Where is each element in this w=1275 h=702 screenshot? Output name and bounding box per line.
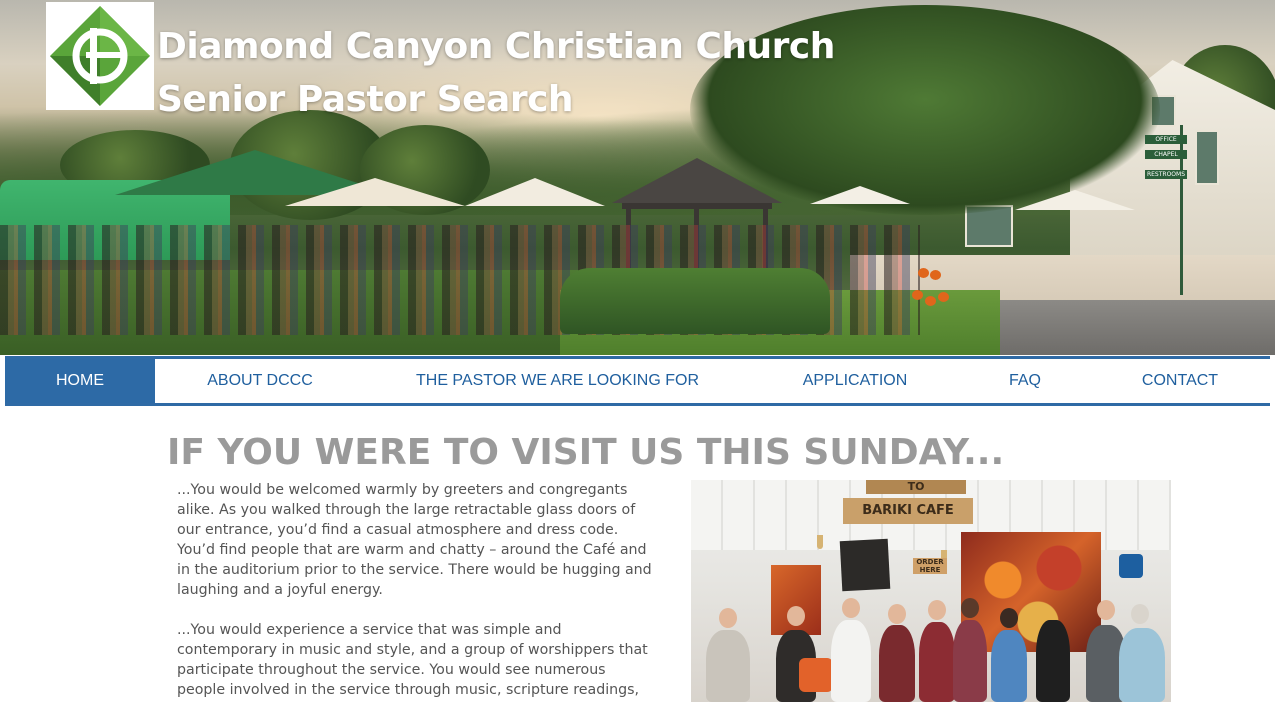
text-line: ...You would be welcomed warmly by greet… [177, 482, 628, 498]
main-nav: HOME ABOUT DCCC THE PASTOR WE ARE LOOKIN… [5, 356, 1270, 406]
weekday-sign [1119, 554, 1143, 578]
cafe-photo: TO BARIKI CAFE ORDER HERE [691, 480, 1171, 702]
menu-board [839, 538, 891, 592]
person-head [842, 598, 860, 618]
orange-bag [799, 658, 833, 692]
person-head [1000, 608, 1018, 628]
person-head [719, 608, 737, 628]
order-sign: ORDER HERE [913, 558, 947, 574]
cafe-sign: BARIKI CAFE [843, 498, 973, 524]
hero-banner: OFFICE CHAPEL RESTROOMS Diamond Canyon C… [0, 0, 1275, 355]
church-logo[interactable] [46, 2, 154, 110]
umbrella [810, 186, 910, 204]
text-line: in the auditorium prior to the service. … [177, 562, 652, 578]
signpost-sign: CHAPEL [1145, 150, 1187, 159]
umbrella [285, 178, 465, 206]
text-line: contemporary in music and style, and a g… [177, 642, 648, 658]
pumpkin [930, 270, 941, 280]
person-head [888, 604, 906, 624]
cafe-sign-top: TO [866, 480, 966, 494]
pumpkin [925, 296, 936, 306]
text-line: our entrance, you’d find a casual atmosp… [177, 522, 619, 538]
hedge [560, 268, 830, 334]
person-head [1131, 604, 1149, 624]
person [879, 625, 915, 702]
pumpkin [938, 292, 949, 302]
signpost-sign: OFFICE [1145, 135, 1187, 144]
person [953, 620, 987, 702]
site-title-line1: Diamond Canyon Christian Church [157, 26, 835, 67]
site-title: Diamond Canyon Christian Church Senior P… [157, 20, 835, 126]
page-heading: IF YOU WERE TO VISIT US THIS SUNDAY... [167, 432, 1005, 473]
text-line: ...You would experience a service that w… [177, 622, 562, 638]
person-head [787, 606, 805, 626]
paragraph-service: ...You would experience a service that w… [177, 620, 667, 700]
pumpkin [918, 268, 929, 278]
person-head [961, 598, 979, 618]
nav-contact[interactable]: CONTACT [1125, 359, 1235, 403]
nav-faq[interactable]: FAQ [995, 359, 1055, 403]
road [980, 300, 1275, 355]
text-line: participate throughout the service. You … [177, 662, 606, 678]
nav-home[interactable]: HOME [5, 359, 155, 403]
nav-application[interactable]: APPLICATION [785, 359, 925, 403]
person-head [928, 600, 946, 620]
site-title-line2: Senior Pastor Search [157, 79, 574, 120]
person [831, 620, 871, 702]
paragraph-welcome: ...You would be welcomed warmly by greet… [177, 480, 667, 600]
text-line: laughing and a joyful energy. [177, 582, 383, 598]
text-line: You’d find people that are warm and chat… [177, 542, 647, 558]
umbrella [1015, 190, 1135, 210]
person [919, 622, 955, 702]
text-line: alike. As you walked through the large r… [177, 502, 636, 518]
nav-about-dccc[interactable]: ABOUT DCCC [175, 359, 345, 403]
person [1036, 620, 1070, 702]
person [706, 630, 750, 702]
umbrella [465, 178, 605, 206]
person [991, 630, 1027, 702]
nav-the-pastor-we-are-looking-for[interactable]: THE PASTOR WE ARE LOOKING FOR [395, 359, 720, 403]
person [1119, 628, 1165, 702]
pendant-light [817, 535, 823, 549]
signpost-sign: RESTROOMS [1145, 170, 1187, 179]
person-head [1097, 600, 1115, 620]
text-line: people involved in the service through m… [177, 682, 640, 698]
diamond-cross-logo-icon [50, 6, 150, 106]
building-window [1195, 130, 1219, 185]
pumpkin [912, 290, 923, 300]
intro-text: ...You would be welcomed warmly by greet… [177, 480, 667, 702]
